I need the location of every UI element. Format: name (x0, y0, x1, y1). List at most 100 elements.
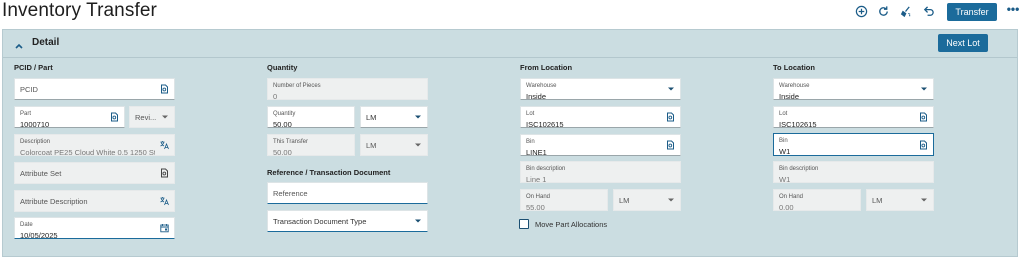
chevron-up-icon[interactable] (14, 38, 24, 49)
to-bin-desc-value: W1 (779, 175, 791, 184)
to-lot-label: Lot (779, 111, 788, 117)
part-label: Part (20, 111, 32, 117)
date-value: 10/05/2025 (20, 231, 58, 240)
attribute-description-placeholder: Attribute Description (20, 196, 88, 206)
reference-placeholder: Reference (273, 188, 308, 198)
search-doc-icon[interactable] (666, 112, 675, 122)
pieces-value: 0 (273, 92, 278, 101)
quantity-uom-value: LM (366, 112, 377, 122)
from-lot-label: Lot (526, 111, 535, 117)
revision-select[interactable]: Revi... (129, 106, 175, 128)
this-transfer-label: This Transfer (273, 139, 309, 145)
top-bar: Inventory Transfer Transfer ••• (0, 0, 1024, 26)
to-on-hand-uom-value: LM (872, 195, 883, 205)
page-title: Inventory Transfer (2, 0, 157, 21)
number-of-pieces-field: Number of Pieces 0 (267, 78, 428, 101)
attribute-set-placeholder: Attribute Set (20, 168, 62, 178)
to-bin-desc-label: Bin description (779, 166, 819, 172)
move-part-allocations-checkbox[interactable] (519, 219, 529, 229)
chevron-down-icon (415, 115, 421, 119)
to-on-hand-field: On Hand 0.00 (773, 189, 861, 212)
date-field[interactable]: Date 10/05/2025 (14, 217, 175, 240)
from-lot-value: ISC102615 (526, 120, 564, 129)
part-field[interactable]: Part 1000710 (14, 106, 125, 129)
this-transfer-uom-select: LM (360, 134, 428, 156)
search-doc-icon[interactable] (666, 140, 675, 150)
from-on-hand-uom-value: LM (619, 195, 630, 205)
from-bin-label: Bin (526, 139, 535, 145)
quantity-value: 50.00 (273, 120, 292, 129)
chevron-down-icon (415, 143, 421, 147)
move-part-allocations-label[interactable]: Move Part Allocations (535, 220, 607, 229)
from-bin-description-field: Bin description Line 1 (520, 161, 681, 184)
to-bin-description-field: Bin description W1 (773, 161, 934, 184)
pcid-field[interactable]: PCID (14, 78, 175, 100)
from-bin-value: LINE1 (526, 148, 547, 157)
quantity-uom-select[interactable]: LM (360, 106, 428, 128)
pcid-part-heading: PCID / Part (14, 63, 53, 72)
chevron-down-icon (921, 198, 927, 202)
pieces-label: Number of Pieces (273, 83, 321, 89)
from-bin-field[interactable]: Bin LINE1 (520, 134, 681, 157)
refresh-icon[interactable] (876, 4, 890, 18)
reference-input[interactable]: Reference (267, 182, 428, 204)
attribute-set-field[interactable]: Attribute Set (14, 162, 175, 184)
next-lot-button[interactable]: Next Lot (938, 34, 988, 52)
detail-heading: Detail (32, 37, 60, 48)
to-location-heading: To Location (773, 63, 815, 72)
translate-icon[interactable] (160, 141, 169, 150)
search-doc-icon[interactable] (110, 112, 119, 122)
from-lot-field[interactable]: Lot ISC102615 (520, 106, 681, 129)
to-warehouse-value: Inside (779, 92, 800, 101)
translate-icon[interactable] (160, 197, 169, 206)
to-warehouse-select[interactable]: Warehouse Inside (773, 78, 934, 101)
reference-heading: Reference / Transaction Document (267, 168, 391, 177)
from-bin-desc-label: Bin description (526, 166, 566, 172)
to-bin-label: Bin (779, 138, 788, 144)
description-value: Colorcoat PE25 Cloud White 0.5 1250 Stee (20, 148, 155, 157)
transaction-document-type-select[interactable]: Transaction Document Type (267, 210, 428, 232)
undo-icon[interactable] (921, 4, 935, 18)
from-warehouse-select[interactable]: Warehouse Inside (520, 78, 681, 101)
from-on-hand-value: 55.00 (526, 203, 545, 212)
attribute-description-field: Attribute Description (14, 190, 175, 212)
to-on-hand-label: On Hand (779, 194, 804, 200)
from-on-hand-label: On Hand (526, 194, 551, 200)
from-on-hand-field: On Hand 55.00 (520, 189, 608, 212)
from-location-heading: From Location (520, 63, 573, 72)
search-doc-icon[interactable] (919, 140, 928, 149)
quantity-field[interactable]: Quantity 50.00 (267, 106, 355, 129)
revision-placeholder: Revi... (135, 112, 157, 122)
from-bin-desc-value: Line 1 (526, 175, 547, 184)
add-circle-icon[interactable] (854, 4, 868, 18)
this-transfer-value: 50.00 (273, 148, 292, 157)
search-doc-icon[interactable] (919, 112, 928, 122)
calendar-icon[interactable] (160, 224, 169, 233)
quantity-heading: Quantity (267, 63, 298, 72)
transfer-button[interactable]: Transfer (947, 3, 997, 21)
this-transfer-field: This Transfer 50.00 (267, 134, 355, 157)
chevron-down-icon (162, 115, 168, 119)
to-warehouse-label: Warehouse (779, 83, 810, 89)
this-transfer-uom-value: LM (366, 140, 377, 150)
search-doc-icon[interactable] (160, 168, 169, 178)
doc-type-placeholder: Transaction Document Type (273, 216, 367, 226)
search-doc-icon[interactable] (160, 84, 169, 94)
chevron-down-icon (668, 198, 674, 202)
from-warehouse-value: Inside (526, 92, 547, 101)
description-field: Description Colorcoat PE25 Cloud White 0… (14, 134, 175, 157)
to-lot-value: ISC102615 (779, 120, 817, 129)
to-on-hand-uom-select: LM (866, 189, 934, 211)
to-bin-field[interactable]: Bin W1 (773, 133, 934, 156)
from-on-hand-uom-select: LM (613, 189, 681, 211)
description-label: Description (20, 139, 51, 145)
clear-broom-icon[interactable] (898, 4, 912, 18)
date-label: Date (20, 222, 33, 228)
detail-header[interactable]: Detail Next Lot (3, 30, 1017, 58)
chevron-down-icon (415, 219, 421, 223)
to-on-hand-value: 0.00 (779, 203, 794, 212)
more-options-icon[interactable]: ••• (1006, 3, 1020, 18)
part-value: 1000710 (20, 120, 50, 129)
pcid-placeholder: PCID (20, 84, 38, 94)
to-lot-field[interactable]: Lot ISC102615 (773, 106, 934, 129)
